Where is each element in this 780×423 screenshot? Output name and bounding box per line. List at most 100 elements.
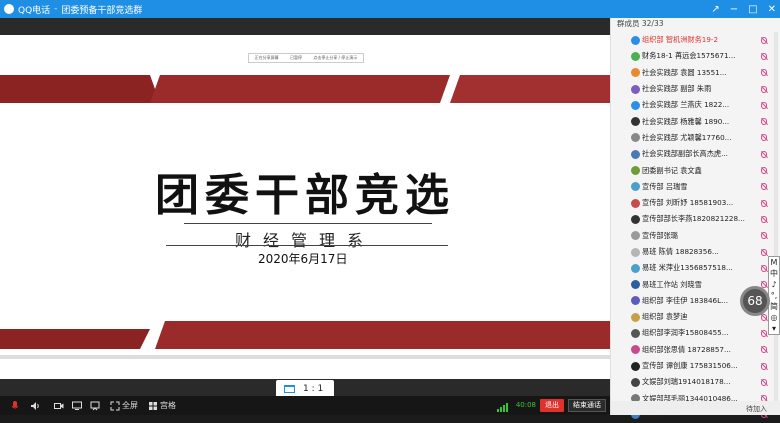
bottom-red-band-main — [155, 321, 610, 349]
avatar — [631, 68, 640, 78]
member-row[interactable]: 组织部李润李15808455... — [611, 325, 769, 341]
board-icon — [90, 401, 100, 410]
muted-mic-icon — [761, 85, 767, 93]
member-row[interactable]: 团委副书记 袁文鑫 — [611, 162, 769, 178]
ime-settings-icon[interactable]: ◎ — [769, 312, 779, 323]
ime-simplified-icon[interactable]: 简 — [769, 301, 779, 312]
member-list: 组织部 智机洲财务19-2 财务18-1 苒远会1575671... 社会实践部 袁… — [611, 32, 769, 423]
muted-mic-icon — [761, 183, 767, 191]
call-timer: 40:08 — [515, 401, 536, 409]
end-call-button[interactable]: 结束通话 — [568, 399, 606, 412]
ime-more-icon[interactable]: ▾ — [769, 323, 779, 334]
member-row[interactable]: 宣传部 吕瑞雪 — [611, 179, 769, 195]
signal-strength-icon — [497, 403, 508, 412]
member-count-header: 群成员 32/33 — [617, 19, 664, 28]
avatar — [631, 35, 640, 45]
avatar — [631, 377, 640, 387]
shared-screen-stage: 正在分享屏幕 已暂停 点击停止分享 / 停止演示 团委干部竞选 财经管理系 20… — [0, 18, 610, 398]
member-row[interactable]: 易班 米萍业1356857518... — [611, 260, 769, 276]
muted-mic-icon — [761, 215, 767, 223]
ime-toolbar[interactable]: M 中 ♪ °, 简 ◎ ▾ — [768, 256, 780, 335]
member-row[interactable]: 社会实践部 袁圆 13551... — [611, 65, 769, 81]
qq-logo-icon — [4, 4, 14, 14]
ime-chinese-icon[interactable]: 中 — [769, 268, 779, 279]
avatar — [631, 166, 640, 176]
camera-button[interactable] — [54, 401, 64, 411]
bottom-red-band-left — [0, 329, 150, 349]
ime-voice-icon[interactable]: ♪ — [769, 279, 779, 290]
avatar — [631, 133, 640, 143]
presentation-slide: 正在分享屏幕 已暂停 点击停止分享 / 停止演示 团委干部竞选 财经管理系 20… — [0, 35, 610, 379]
maximize-icon[interactable]: □ — [748, 4, 757, 15]
speed-ball-widget[interactable]: 68 — [740, 286, 770, 316]
member-name: 易班 米萍业1356857518... — [642, 263, 733, 273]
member-name: 宣传部 刘昕妤 18581903... — [642, 198, 734, 208]
fullscreen-button[interactable]: 全屏 — [110, 400, 138, 411]
member-name: 组织部 袁梦迪 — [642, 312, 688, 322]
zoom-label: 1 : 1 — [303, 384, 324, 394]
member-row[interactable]: 宣传部张璐 — [611, 228, 769, 244]
member-row[interactable]: 易班 陈倩 18828356... — [611, 244, 769, 260]
member-name: 社会实践部 副部 朱雨 — [642, 84, 712, 94]
ime-punct-icon[interactable]: °, — [769, 290, 779, 301]
member-list-scrollbar[interactable] — [774, 32, 778, 412]
member-name: 社会实践部 杨雅馨 1890... — [642, 116, 730, 126]
group-name: 团委预备干部竞选群 — [61, 5, 143, 16]
monitor-icon — [72, 401, 82, 410]
member-row[interactable]: 文娱部刘瑞1914018178... — [611, 374, 769, 390]
top-red-band-left — [0, 75, 160, 103]
member-row[interactable]: 社会实践部 尤颖馨17760... — [611, 130, 769, 146]
member-name: 组织部李润李15808455... — [642, 328, 729, 338]
member-row[interactable]: 社会实践部副部长高杰虎... — [611, 146, 769, 162]
share-notice-bar[interactable]: 正在分享屏幕 已暂停 点击停止分享 / 停止演示 — [248, 53, 364, 63]
share-screen-button[interactable] — [72, 401, 82, 411]
whiteboard-button[interactable] — [90, 401, 100, 411]
call-toolbar: 全屏 宫格 40:08 退出 结束通话 — [0, 396, 610, 415]
muted-mic-icon — [761, 36, 767, 44]
minimize-icon[interactable]: − — [730, 4, 738, 15]
exit-button[interactable]: 退出 — [540, 399, 564, 412]
slide-subtitle: 财经管理系 — [234, 231, 375, 250]
microphone-icon — [11, 400, 19, 408]
grid-icon — [149, 401, 157, 410]
muted-mic-icon — [761, 167, 767, 175]
avatar — [631, 117, 640, 127]
mic-button[interactable] — [10, 400, 20, 411]
member-row[interactable]: 社会实践部 兰燕庆 1822... — [611, 97, 769, 113]
slide-date: 2020年6月17日 — [258, 252, 348, 266]
avatar — [631, 51, 640, 61]
member-row[interactable]: 财务18-1 苒远会1575671... — [611, 48, 769, 64]
top-red-band-main — [150, 75, 450, 103]
panel-footer: 待加入 — [611, 401, 780, 415]
bottom-grey-strip — [0, 355, 610, 359]
muted-mic-icon — [761, 232, 767, 240]
ime-mode-icon[interactable]: M — [769, 257, 779, 268]
member-name: 团委副书记 袁文鑫 — [642, 165, 702, 175]
grid-layout-button[interactable]: 宫格 — [148, 400, 176, 411]
top-grey-band — [450, 75, 610, 103]
slide-title: 团委干部竞选 — [155, 170, 455, 221]
member-row[interactable]: 组织部张思倩 18728857... — [611, 342, 769, 358]
title-rule-top — [184, 223, 432, 224]
member-row[interactable]: 宣传部 刘昕妤 18581903... — [611, 195, 769, 211]
avatar — [631, 296, 640, 306]
avatar — [631, 214, 640, 224]
popout-icon[interactable]: ↗ — [711, 4, 719, 15]
speaker-button[interactable] — [30, 401, 40, 411]
member-name: 宣传部 吕瑞雪 — [642, 181, 688, 191]
member-name: 文娱部刘瑞1914018178... — [642, 377, 731, 387]
member-row[interactable]: 组织部 智机洲财务19-2 — [611, 32, 769, 48]
muted-mic-icon — [761, 264, 767, 272]
app-name: QQ电话 — [18, 5, 51, 16]
member-panel: 群成员 32/33 组织部 智机洲财务19-2 财务18-1 苒远会1575671… — [610, 18, 780, 420]
member-row[interactable]: 宣传部 谭创康 175831506... — [611, 358, 769, 374]
close-icon[interactable]: ✕ — [768, 4, 776, 15]
muted-mic-icon — [761, 118, 767, 126]
member-row[interactable]: 宣传部部长李燕1820821228... — [611, 211, 769, 227]
member-row[interactable]: 社会实践部 杨雅馨 1890... — [611, 113, 769, 129]
camera-icon — [54, 402, 64, 409]
pending-join-label[interactable]: 待加入 — [746, 404, 767, 414]
title-rule-bottom — [166, 245, 448, 246]
member-row[interactable]: 社会实践部 副部 朱雨 — [611, 81, 769, 97]
member-name: 组织部 智机洲财务19-2 — [642, 35, 719, 45]
